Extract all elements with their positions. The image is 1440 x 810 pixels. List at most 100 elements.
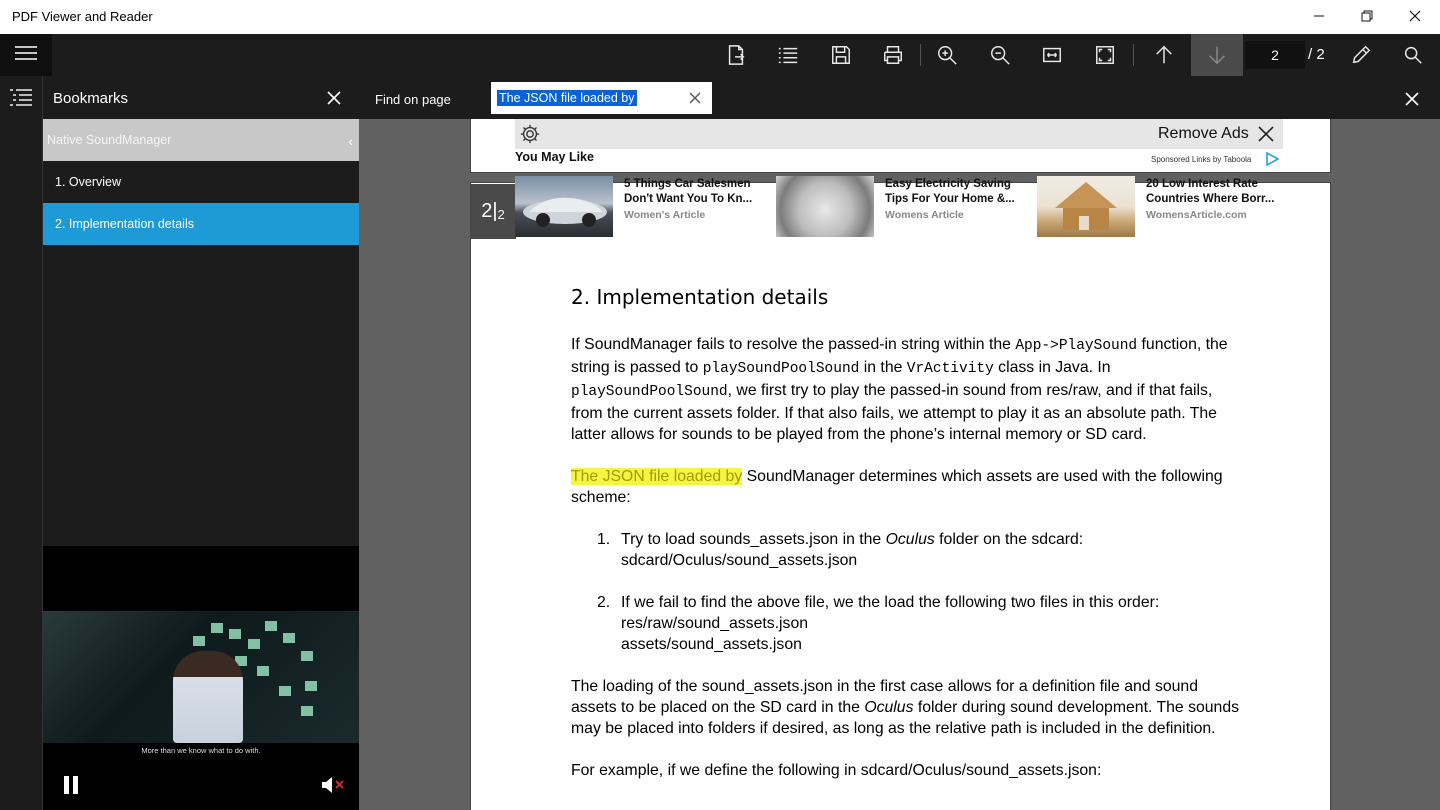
sticky-note xyxy=(301,651,313,661)
ad-headline[interactable]: Easy Electricity Saving Tips For Your Ho… xyxy=(885,177,1025,207)
list-number: 1. xyxy=(597,531,611,548)
outline-list-icon xyxy=(10,89,32,106)
export-button[interactable] xyxy=(710,34,762,76)
search-button[interactable] xyxy=(1387,34,1439,76)
taboola-icon[interactable] xyxy=(1265,151,1280,167)
sticky-note xyxy=(193,636,205,646)
title-bar: PDF Viewer and Reader xyxy=(0,0,1440,34)
pdf-content: 2. Implementation details If SoundManage… xyxy=(571,287,1241,802)
export-icon xyxy=(728,45,745,65)
page-total: / 2 xyxy=(1308,46,1325,63)
annotate-button[interactable] xyxy=(1335,34,1387,76)
zoom-out-icon xyxy=(991,46,1010,65)
fit-width-button[interactable] xyxy=(1026,34,1078,76)
arrow-down-icon xyxy=(1209,46,1225,65)
ad-settings-button[interactable] xyxy=(519,123,541,145)
text: If we fail to find the above file, we th… xyxy=(621,594,1160,611)
video-ad[interactable]: More than we know what to do with. xyxy=(43,546,359,810)
close-find-button[interactable] xyxy=(1402,89,1422,109)
arrow-up-icon xyxy=(1156,45,1172,64)
bookmark-item-overview[interactable]: 1. Overview xyxy=(43,161,359,203)
video-person xyxy=(173,651,243,743)
toolbar: 2 / 2 xyxy=(0,34,1440,76)
chevron-left-icon[interactable]: ‹ xyxy=(348,133,353,149)
paragraph: If SoundManager fails to resolve the pas… xyxy=(571,334,1241,445)
zoom-in-button[interactable] xyxy=(921,34,973,76)
path-text: res/raw/sound_assets.json xyxy=(621,615,809,632)
remove-ads-button[interactable]: Remove Ads xyxy=(1158,125,1249,143)
list-item: 2. If we fail to find the above file, we… xyxy=(597,592,1241,655)
ad-headline[interactable]: 20 Low Interest Rate Countries Where Bor… xyxy=(1146,177,1286,207)
sticky-note xyxy=(257,666,269,676)
page-indicator-current: 2 xyxy=(481,200,493,222)
save-button[interactable] xyxy=(815,34,867,76)
restore-button[interactable] xyxy=(1344,0,1390,34)
zoom-in-icon xyxy=(938,46,957,65)
previous-page-button[interactable] xyxy=(1138,34,1190,76)
emphasis-text: Oculus xyxy=(885,531,935,548)
close-ad-button[interactable] xyxy=(1257,125,1275,143)
minimize-icon xyxy=(1313,9,1325,25)
bookmark-label: 2. Implementation details xyxy=(55,217,194,231)
ad-source: WomensArticle.com xyxy=(1146,209,1247,221)
page-indicator: 2 | 2 xyxy=(470,184,516,239)
close-icon xyxy=(1405,92,1419,106)
bookmarks-title: Bookmarks xyxy=(53,90,129,107)
list-icon xyxy=(778,47,798,64)
bookmarks-toggle[interactable] xyxy=(10,88,32,111)
window-title: PDF Viewer and Reader xyxy=(12,9,153,24)
clear-find-button[interactable] xyxy=(687,90,703,106)
ad-headline[interactable]: 5 Things Car Salesmen Don't Want You To … xyxy=(624,177,764,207)
list-number: 2. xyxy=(597,594,611,611)
search-icon xyxy=(1404,46,1422,64)
list-view-button[interactable] xyxy=(762,34,814,76)
mute-button[interactable] xyxy=(321,776,347,794)
bookmark-label: 1. Overview xyxy=(55,175,121,189)
left-rail xyxy=(0,76,43,810)
print-icon xyxy=(884,46,902,64)
ad-thumbnail-meter[interactable] xyxy=(776,176,874,237)
paragraph: For example, if we define the following … xyxy=(571,762,1102,779)
find-query[interactable]: The JSON file loaded by xyxy=(497,90,637,106)
ad-thumbnail-car[interactable] xyxy=(515,176,613,237)
code-text: VrActivity xyxy=(906,361,994,377)
ad-source: Womens Article xyxy=(885,209,964,221)
close-icon xyxy=(1258,126,1274,142)
close-bookmarks-button[interactable] xyxy=(323,87,345,109)
ad-banner[interactable]: Remove Ads You May Like Sponsored Links … xyxy=(515,119,1283,238)
ad-heading: You May Like xyxy=(515,150,594,164)
page-number-input[interactable]: 2 xyxy=(1245,41,1305,69)
print-button[interactable] xyxy=(867,34,919,76)
ad-card[interactable]: 5 Things Car Salesmen Don't Want You To … xyxy=(515,176,765,238)
bookmark-item-implementation-details[interactable]: 2. Implementation details xyxy=(43,203,359,245)
pause-icon xyxy=(64,776,69,794)
ad-card[interactable]: 20 Low Interest Rate Countries Where Bor… xyxy=(1037,176,1287,238)
emphasis-text: Oculus xyxy=(864,699,914,716)
pause-button[interactable] xyxy=(63,776,79,794)
next-page-button[interactable] xyxy=(1191,34,1243,76)
zoom-out-button[interactable] xyxy=(974,34,1026,76)
video-frame[interactable] xyxy=(43,611,359,743)
close-icon xyxy=(1409,9,1421,25)
menu-button[interactable] xyxy=(0,34,52,76)
path-text: sdcard/Oculus/sound_assets.json xyxy=(621,552,858,569)
fit-page-icon xyxy=(1096,46,1114,64)
bookmarks-header: Bookmarks xyxy=(43,76,359,119)
find-label: Find on page xyxy=(375,92,451,107)
ad-card[interactable]: Easy Electricity Saving Tips For Your Ho… xyxy=(776,176,1026,238)
find-input[interactable]: The JSON file loaded by xyxy=(491,82,712,114)
code-text: playSoundPoolSound xyxy=(702,361,860,377)
sticky-note xyxy=(279,686,291,696)
document-area[interactable]: 2 | 2 Remove Ads You May Like Sponsored Li… xyxy=(359,119,1440,810)
fit-width-icon xyxy=(1043,47,1061,63)
bookmark-item-native-soundmanager[interactable]: Native SoundManager ‹ xyxy=(43,119,359,161)
text: in the xyxy=(859,359,907,376)
ad-sponsored-label[interactable]: Sponsored Links by Taboola xyxy=(1151,155,1251,164)
page-indicator-total: 2 xyxy=(497,207,505,222)
minimize-button[interactable] xyxy=(1296,0,1342,34)
pause-icon-bar xyxy=(73,776,78,794)
fit-page-button[interactable] xyxy=(1079,34,1131,76)
close-window-button[interactable] xyxy=(1392,0,1438,34)
ad-thumbnail-coins-house[interactable] xyxy=(1037,176,1135,237)
toolbar-divider xyxy=(1133,44,1134,66)
